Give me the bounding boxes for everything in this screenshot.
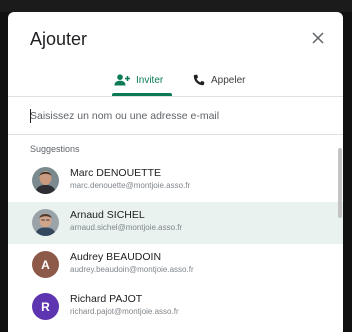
- suggestion-item[interactable]: Marc DENOUETTE marc.denouette@montjoie.a…: [8, 160, 343, 202]
- window-top-strip: [0, 0, 352, 12]
- close-button[interactable]: [307, 27, 329, 49]
- close-icon: [312, 32, 324, 44]
- contact-name: Richard PAJOT: [70, 293, 143, 305]
- search-input[interactable]: [30, 106, 320, 126]
- avatar: [32, 167, 59, 194]
- dialog-header: Ajouter: [8, 12, 343, 62]
- text-caret: [30, 109, 31, 123]
- contact-name: Marc DENOUETTE: [70, 167, 162, 179]
- tabs-divider: [8, 96, 343, 97]
- contact-email: arnaud.sichel@montjoie.asso.fr: [70, 223, 183, 232]
- avatar: A: [32, 251, 59, 278]
- avatar: [32, 209, 59, 236]
- suggestion-item[interactable]: R Richard PAJOT richard.pajot@montjoie.a…: [8, 286, 343, 328]
- suggestion-item[interactable]: Arnaud SICHEL arnaud.sichel@montjoie.ass…: [8, 202, 343, 244]
- contact-name: Arnaud SICHEL: [70, 209, 145, 221]
- contact-email: marc.denouette@montjoie.asso.fr: [70, 181, 191, 190]
- contact-email: richard.pajot@montjoie.asso.fr: [70, 307, 179, 316]
- tab-call[interactable]: Appeler: [193, 64, 245, 96]
- person-add-icon: [114, 74, 130, 86]
- phone-icon: [193, 74, 205, 86]
- tab-call-label: Appeler: [211, 74, 246, 86]
- contact-email: audrey.beaudoin@montjoie.asso.fr: [70, 265, 194, 274]
- search-divider: [8, 134, 343, 135]
- contact-name: Audrey BEAUDOIN: [70, 251, 162, 263]
- suggestion-item[interactable]: A Audrey BEAUDOIN audrey.beaudoin@montjo…: [8, 244, 343, 286]
- dialog-title: Ajouter: [30, 29, 88, 49]
- tab-invite[interactable]: Inviter: [114, 64, 163, 96]
- avatar: R: [32, 293, 59, 320]
- suggestions-heading: Suggestions: [30, 144, 80, 154]
- scrollbar-thumb[interactable]: [338, 148, 342, 218]
- tab-invite-label: Inviter: [136, 74, 164, 86]
- search-box: [8, 100, 343, 132]
- tab-bar: Inviter Appeler: [8, 64, 343, 96]
- suggestions-scrollbar[interactable]: [337, 148, 343, 298]
- add-people-dialog: Ajouter Inviter Appeler Sugg: [8, 12, 343, 332]
